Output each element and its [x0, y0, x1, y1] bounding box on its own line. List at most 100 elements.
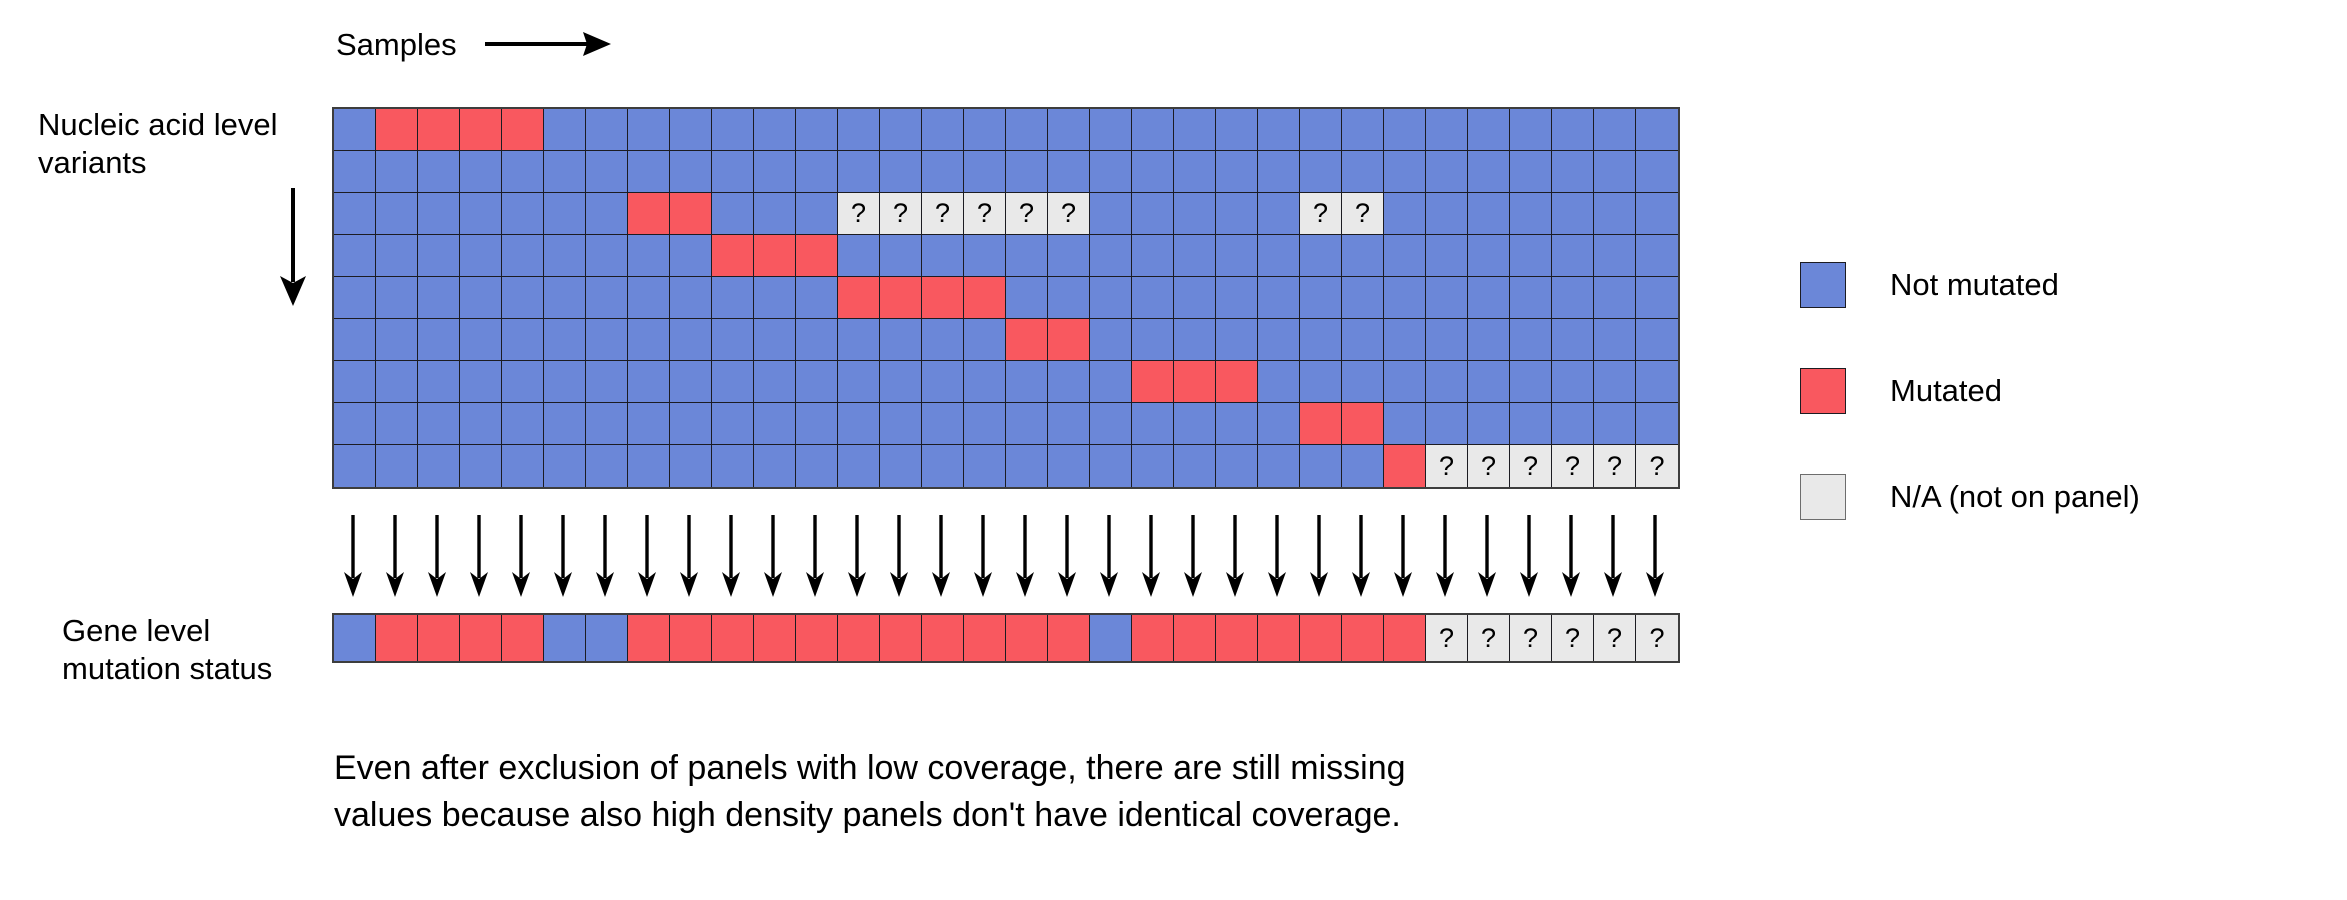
heatmap-cell-not-mutated [1090, 319, 1132, 361]
heatmap-cell-not-mutated [1090, 277, 1132, 319]
heatmap-cell-not-mutated [1426, 235, 1468, 277]
heatmap-cell-not-mutated [670, 403, 712, 445]
arrow-slot [668, 514, 710, 598]
arrow-slot [1466, 514, 1508, 598]
heatmap-cell-not-mutated [670, 151, 712, 193]
arrow-slot [1130, 514, 1172, 598]
down-arrow-icon [1058, 515, 1076, 597]
heatmap-cell-na: ? [1552, 445, 1594, 487]
heatmap-cell-not-mutated [796, 319, 838, 361]
heatmap-cell-na: ? [1300, 193, 1342, 235]
heatmap-cell-not-mutated [1300, 277, 1342, 319]
heatmap-cell-not-mutated [1342, 277, 1384, 319]
heatmap-row [334, 109, 1678, 151]
arrow-slot [542, 514, 584, 598]
heatmap-cell-not-mutated [1090, 445, 1132, 487]
heatmap-cell-not-mutated [1090, 403, 1132, 445]
heatmap-cell-not-mutated [376, 361, 418, 403]
heatmap-cell-not-mutated [1174, 151, 1216, 193]
nucleic-label-line1: Nucleic acid level [38, 107, 278, 142]
down-arrow-icon [1016, 515, 1034, 597]
heatmap-cell-not-mutated [1426, 277, 1468, 319]
heatmap-cell-not-mutated [1426, 361, 1468, 403]
gene-status-cell-mutated [502, 615, 544, 661]
heatmap-cell-not-mutated [880, 235, 922, 277]
heatmap-cell-not-mutated [544, 277, 586, 319]
down-arrow-icon [638, 515, 656, 597]
heatmap-cell-na: ? [1006, 193, 1048, 235]
heatmap-cell-not-mutated [670, 445, 712, 487]
heatmap-cell-not-mutated [1594, 109, 1636, 151]
legend-swatch-blue [1800, 262, 1846, 308]
gene-level-status-grid: ?????? [332, 613, 1680, 663]
heatmap-cell-not-mutated [376, 151, 418, 193]
heatmap-cell-mutated [502, 109, 544, 151]
heatmap-cell-not-mutated [1552, 319, 1594, 361]
gene-status-cell-mutated [1132, 615, 1174, 661]
heatmap-cell-not-mutated [1216, 319, 1258, 361]
down-arrow-icon [1394, 515, 1412, 597]
heatmap-cell-not-mutated [670, 319, 712, 361]
heatmap-cell-not-mutated [712, 277, 754, 319]
heatmap-cell-not-mutated [1636, 403, 1678, 445]
heatmap-cell-not-mutated [1258, 403, 1300, 445]
heatmap-cell-not-mutated [1552, 109, 1594, 151]
down-arrow-icon [344, 515, 362, 597]
heatmap-row: ???????? [334, 193, 1678, 235]
heatmap-cell-not-mutated [754, 361, 796, 403]
heatmap-cell-not-mutated [838, 319, 880, 361]
heatmap-cell-not-mutated [1510, 277, 1552, 319]
down-arrow-icon [932, 515, 950, 597]
gene-status-cell-not-mutated [544, 615, 586, 661]
heatmap-cell-not-mutated [460, 445, 502, 487]
gene-status-cell-mutated [1384, 615, 1426, 661]
down-arrow-icon [280, 188, 306, 306]
heatmap-cell-not-mutated [502, 193, 544, 235]
heatmap-cell-mutated [922, 277, 964, 319]
heatmap-cell-not-mutated [670, 277, 712, 319]
arrow-slot [794, 514, 836, 598]
heatmap-cell-not-mutated [1552, 277, 1594, 319]
heatmap-cell-not-mutated [1216, 403, 1258, 445]
heatmap-cell-not-mutated [1468, 361, 1510, 403]
heatmap-cell-not-mutated [964, 445, 1006, 487]
heatmap-cell-not-mutated [1426, 319, 1468, 361]
heatmap-cell-not-mutated [418, 193, 460, 235]
nucleic-acid-level-label: Nucleic acid level variants [38, 106, 328, 182]
heatmap-cell-not-mutated [880, 109, 922, 151]
gene-status-cell-na: ? [1594, 615, 1636, 661]
heatmap-cell-mutated [418, 109, 460, 151]
heatmap-cell-not-mutated [418, 403, 460, 445]
heatmap-cell-not-mutated [1258, 193, 1300, 235]
heatmap-cell-not-mutated [1468, 403, 1510, 445]
heatmap-cell-not-mutated [1216, 109, 1258, 151]
heatmap-cell-not-mutated [1006, 403, 1048, 445]
heatmap-cell-not-mutated [1384, 235, 1426, 277]
heatmap-cell-not-mutated [1048, 277, 1090, 319]
heatmap-cell-not-mutated [1342, 319, 1384, 361]
samples-label: Samples [336, 27, 457, 62]
gene-status-cell-mutated [460, 615, 502, 661]
heatmap-cell-not-mutated [376, 193, 418, 235]
heatmap-cell-not-mutated [922, 151, 964, 193]
heatmap-cell-na: ? [922, 193, 964, 235]
heatmap-cell-not-mutated [418, 361, 460, 403]
nucleic-label-line2: variants [38, 145, 147, 180]
heatmap-cell-not-mutated [964, 235, 1006, 277]
heatmap-cell-mutated [754, 235, 796, 277]
down-arrow-icon [1142, 515, 1160, 597]
heatmap-cell-not-mutated [1132, 277, 1174, 319]
down-arrow-icon [848, 515, 866, 597]
gene-status-cell-na: ? [1426, 615, 1468, 661]
heatmap-cell-not-mutated [418, 151, 460, 193]
down-arrow-icon [428, 515, 446, 597]
heatmap-cell-not-mutated [964, 319, 1006, 361]
heatmap-cell-not-mutated [334, 403, 376, 445]
heatmap-cell-not-mutated [628, 235, 670, 277]
gene-status-cell-mutated [1174, 615, 1216, 661]
heatmap-cell-not-mutated [1468, 109, 1510, 151]
heatmap-cell-not-mutated [1468, 193, 1510, 235]
heatmap-cell-not-mutated [1132, 109, 1174, 151]
heatmap-cell-not-mutated [544, 361, 586, 403]
heatmap-cell-not-mutated [502, 445, 544, 487]
